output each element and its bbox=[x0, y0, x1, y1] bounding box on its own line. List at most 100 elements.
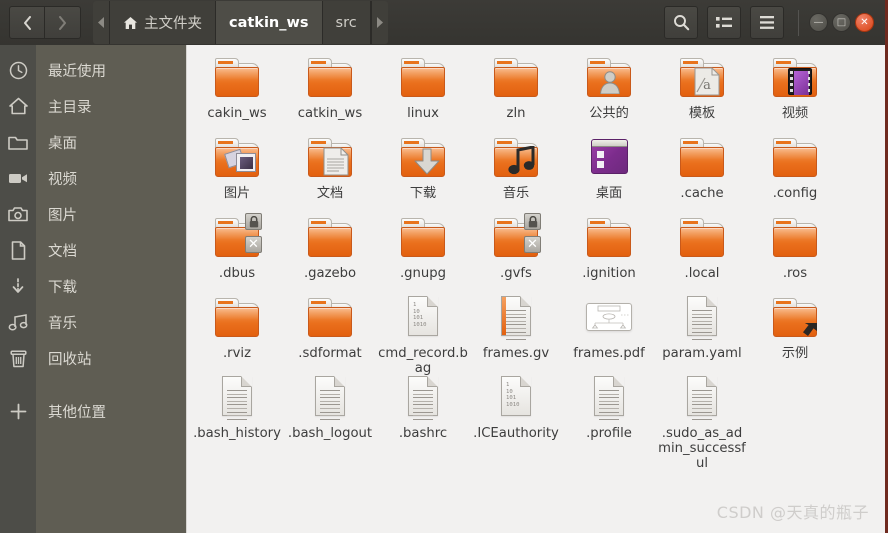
download-icon bbox=[12, 277, 24, 293]
file-icon bbox=[213, 294, 261, 342]
file-item[interactable]: 1 10 101 1010 .ICEauthority bbox=[470, 374, 562, 441]
file-item[interactable]: 1 10 101 1010 cmd_record.bag bbox=[377, 294, 469, 376]
breadcrumb-tab-catkin-ws[interactable]: catkin_ws bbox=[216, 1, 323, 44]
file-item[interactable]: .bash_logout bbox=[284, 374, 376, 441]
breadcrumb-scroll-left[interactable] bbox=[93, 1, 110, 44]
search-button[interactable] bbox=[664, 6, 698, 39]
file-item[interactable]: .sudo_as_admin_successful bbox=[656, 374, 748, 471]
file-item[interactable]: .local bbox=[656, 214, 748, 281]
sidebar: 最近使用 主目录 桌面 视频 图片 文档 下载 音乐 回收站 其他位置 bbox=[0, 45, 186, 533]
window-controls: — □ ✕ bbox=[809, 13, 874, 32]
file-item[interactable]: ✕ .gvfs bbox=[470, 213, 562, 281]
file-icon bbox=[678, 214, 726, 262]
file-label: cakin_ws bbox=[207, 106, 267, 121]
file-item[interactable]: a 模板 bbox=[656, 54, 748, 121]
sidebar-item-documents[interactable]: 文档 bbox=[36, 232, 186, 268]
sidebar-item-recent[interactable]: 最近使用 bbox=[36, 52, 186, 88]
file-icon bbox=[306, 134, 354, 182]
file-item[interactable]: 图片 bbox=[191, 134, 283, 201]
forward-button[interactable] bbox=[45, 6, 81, 39]
sidebar-item-label: 桌面 bbox=[48, 135, 77, 152]
file-item[interactable]: catkin_ws bbox=[284, 54, 376, 121]
file-item[interactable]: .sdformat bbox=[284, 294, 376, 361]
file-icon bbox=[306, 54, 354, 102]
sidebar-item-downloads[interactable]: 下载 bbox=[36, 268, 186, 304]
file-item[interactable]: .rviz bbox=[191, 294, 283, 361]
file-item[interactable]: ✕ .dbus bbox=[191, 213, 283, 281]
file-item[interactable]: 文档 bbox=[284, 134, 376, 201]
back-button[interactable] bbox=[9, 6, 45, 39]
file-item[interactable]: 下载 bbox=[377, 134, 469, 201]
video-icon bbox=[9, 174, 27, 183]
file-label: 示例 bbox=[781, 346, 809, 361]
x-emblem-icon: ✕ bbox=[524, 236, 541, 253]
folder-icon bbox=[306, 54, 354, 102]
template-emblem-icon: a bbox=[694, 67, 720, 96]
file-item[interactable]: zln bbox=[470, 54, 562, 121]
file-item[interactable]: cakin_ws bbox=[191, 54, 283, 121]
sidebar-item-music[interactable]: 音乐 bbox=[36, 304, 186, 340]
breadcrumb-tab-src[interactable]: src bbox=[322, 1, 371, 44]
folder-icon bbox=[8, 136, 28, 150]
triangle-right-icon bbox=[377, 17, 384, 28]
file-item[interactable]: 视频 bbox=[749, 54, 841, 121]
file-item[interactable]: .cache bbox=[656, 134, 748, 201]
view-list-icon bbox=[716, 16, 732, 28]
view-options-button[interactable] bbox=[707, 6, 741, 39]
minimize-button[interactable]: — bbox=[809, 13, 828, 32]
sidebar-icon-gap bbox=[0, 376, 36, 393]
sidebar-item-videos-icon[interactable] bbox=[0, 160, 36, 196]
file-item[interactable]: .ros bbox=[749, 214, 841, 281]
file-label: .ignition bbox=[582, 266, 636, 281]
home-icon bbox=[123, 16, 138, 30]
sidebar-item-videos[interactable]: 视频 bbox=[36, 160, 186, 196]
chevron-left-icon bbox=[23, 15, 31, 30]
sidebar-item-desktop-icon[interactable] bbox=[0, 124, 36, 160]
file-label: .bashrc bbox=[398, 426, 448, 441]
sidebar-item-recent-icon[interactable] bbox=[0, 52, 36, 88]
breadcrumb-tab-home[interactable]: 主文件夹 bbox=[110, 1, 216, 44]
file-icon bbox=[771, 54, 819, 102]
file-item[interactable]: 示例 bbox=[749, 294, 841, 361]
sidebar-item-music-icon[interactable] bbox=[0, 304, 36, 340]
sidebar-item-documents-icon[interactable] bbox=[0, 232, 36, 268]
file-item[interactable]: frames.pdf bbox=[563, 294, 655, 361]
file-label: 文档 bbox=[316, 186, 344, 201]
file-item[interactable]: linux bbox=[377, 54, 469, 121]
file-item[interactable]: .profile bbox=[563, 374, 655, 441]
file-item[interactable]: .gazebo bbox=[284, 214, 376, 281]
file-grid: cakin_ws catkin_ws linux zln 公共的 a 模板 视频图片 文档 下载 音… bbox=[187, 45, 885, 533]
file-item[interactable]: .bashrc bbox=[377, 374, 469, 441]
breadcrumb-scroll-right[interactable] bbox=[370, 1, 388, 44]
file-item[interactable]: 音乐 bbox=[470, 134, 562, 201]
sidebar-item-desktop[interactable]: 桌面 bbox=[36, 124, 186, 160]
file-item[interactable]: 公共的 bbox=[563, 54, 655, 121]
sidebar-item-trash[interactable]: 回收站 bbox=[36, 340, 186, 376]
sidebar-item-label: 最近使用 bbox=[48, 63, 106, 80]
file-item[interactable]: .bash_history bbox=[191, 374, 283, 441]
sidebar-item-pictures-icon[interactable] bbox=[0, 196, 36, 232]
close-button[interactable]: ✕ bbox=[855, 13, 874, 32]
sidebar-item-home-icon[interactable] bbox=[0, 88, 36, 124]
sidebar-item-label: 回收站 bbox=[48, 351, 92, 368]
file-icon bbox=[399, 214, 447, 262]
file-item[interactable]: .gnupg bbox=[377, 214, 469, 281]
sidebar-item-home[interactable]: 主目录 bbox=[36, 88, 186, 124]
file-item[interactable]: .config bbox=[749, 134, 841, 201]
file-label: .local bbox=[684, 266, 720, 281]
file-browser-pane[interactable]: cakin_ws catkin_ws linux zln 公共的 a 模板 视频图片 文档 下载 音… bbox=[186, 45, 885, 533]
file-icon: a bbox=[678, 54, 726, 102]
sidebar-item-other-locations[interactable]: 其他位置 bbox=[36, 393, 186, 429]
file-label: .bash_logout bbox=[287, 426, 373, 441]
menu-button[interactable] bbox=[750, 6, 784, 39]
maximize-button[interactable]: □ bbox=[832, 13, 851, 32]
sidebar-item-label: 下载 bbox=[48, 279, 77, 296]
sidebar-item-other-locations-icon[interactable] bbox=[0, 393, 36, 429]
file-item[interactable]: 桌面 bbox=[563, 134, 655, 201]
file-item[interactable]: .ignition bbox=[563, 214, 655, 281]
file-item[interactable]: frames.gv bbox=[470, 294, 562, 361]
sidebar-item-trash-icon[interactable] bbox=[0, 340, 36, 376]
sidebar-item-pictures[interactable]: 图片 bbox=[36, 196, 186, 232]
file-item[interactable]: param.yaml bbox=[656, 294, 748, 361]
sidebar-item-downloads-icon[interactable] bbox=[0, 268, 36, 304]
